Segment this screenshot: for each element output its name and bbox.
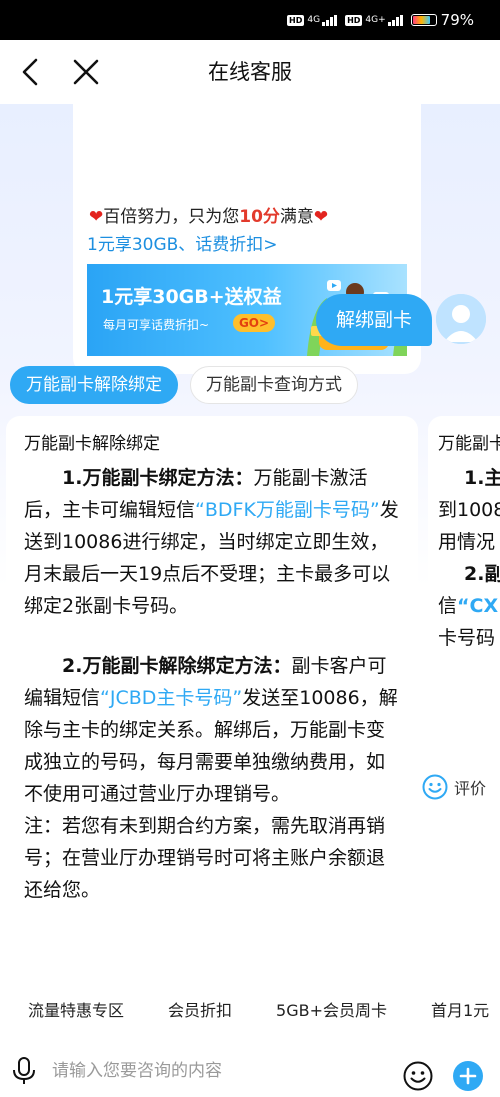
page-title: 在线客服 xyxy=(208,60,292,84)
rate-button[interactable]: 评价 xyxy=(422,774,486,800)
promo-slogan: ❤百倍努力，只为您10分满意❤ xyxy=(89,202,328,227)
hd-badge: HD xyxy=(345,14,363,26)
heart-icon: ❤ xyxy=(313,207,329,227)
rate-label: 评价 xyxy=(454,779,487,798)
peek-line: 到1008 xyxy=(438,499,500,521)
quick-item-first-month[interactable]: 首月1元 xyxy=(431,997,489,1021)
suggestion-chips: 万能副卡解除绑定 万能副卡查询方式 xyxy=(10,366,358,404)
peek-text: 信 xyxy=(438,595,458,617)
heart-icon: ❤ xyxy=(89,207,104,227)
message-input[interactable] xyxy=(52,1054,382,1088)
answer-card: 万能副卡解除绑定 1.万能副卡绑定方法：万能副卡激活后，主卡可编辑短信“BDFK… xyxy=(6,416,418,962)
quick-item-weekly-card[interactable]: 5GB+会员周卡 xyxy=(276,997,387,1021)
header: 在线客服 xyxy=(0,40,500,104)
peek-title: 万能副卡 xyxy=(438,434,500,454)
peek-line: 2.副 xyxy=(464,563,500,585)
user-avatar xyxy=(436,294,486,344)
signal-group-2: HD 4G+ xyxy=(345,14,403,26)
signal-icon xyxy=(322,14,338,26)
battery-icon xyxy=(410,14,437,26)
answer-title: 万能副卡解除绑定 xyxy=(24,434,160,454)
battery-percent: 79% xyxy=(440,11,474,29)
signal-icon xyxy=(387,14,403,26)
banner-go-button[interactable]: GO> xyxy=(233,314,275,332)
battery-level xyxy=(412,16,431,24)
p1-heading: 1.万能副卡绑定方法： xyxy=(62,467,254,489)
next-answer-card-peek[interactable]: 万能副卡 1.主 到1008 用情况 2.副 信“CX 卡号码 xyxy=(428,416,500,962)
peek-line: 卡号码 xyxy=(438,627,496,649)
answer-paragraph-1: 1.万能副卡绑定方法：万能副卡激活后，主卡可编辑短信“BDFK万能副卡号码”发送… xyxy=(24,462,400,622)
slogan-suffix: 满意 xyxy=(279,207,314,227)
chat-area[interactable]: ❤百倍努力，只为您10分满意❤ 1元享30GB、话费折扣> 1元享30GB+送权… xyxy=(0,104,500,984)
status-bar: HD 4G HD 4G+ 79% xyxy=(0,0,500,40)
emoji-icon[interactable] xyxy=(403,1061,433,1091)
sms-code-jcbd: “JCBD主卡号码” xyxy=(100,687,243,709)
p2-heading: 2.万能副卡解除绑定方法： xyxy=(62,655,292,677)
network-type: 4G+ xyxy=(365,15,386,25)
answer-paragraph-2: 2.万能副卡解除绑定方法：副卡客户可编辑短信“JCBD主卡号码”发送至10086… xyxy=(24,650,400,810)
quick-menu: 流量特惠专区 会员折扣 5GB+会员周卡 首月1元 xyxy=(0,984,500,1034)
user-message-bubble: 解绑副卡 xyxy=(315,294,432,346)
peek-code: “CX xyxy=(457,595,499,617)
sms-code-bdfk: “BDFK万能副卡号码” xyxy=(195,499,380,521)
input-bar xyxy=(0,1044,500,1097)
peek-line: 1.主 xyxy=(464,467,500,489)
answer-note: 注：若您有未到期合约方案，需先取消再销号；在营业厅办理销号时可将主账户余额退还给… xyxy=(24,815,386,901)
plus-icon[interactable] xyxy=(453,1061,483,1091)
peek-line: 信“CX xyxy=(438,590,500,622)
chip-query-method[interactable]: 万能副卡查询方式 xyxy=(190,366,358,404)
signal-group-1: HD 4G xyxy=(287,14,338,26)
peek-line: 用情况 xyxy=(438,531,496,553)
quick-item-traffic[interactable]: 流量特惠专区 xyxy=(28,997,124,1021)
network-type: 4G xyxy=(307,15,321,25)
banner-subtitle: 每月可享话费折扣~ xyxy=(103,318,210,332)
banner-title: 1元享30GB+送权益 xyxy=(101,286,282,308)
microphone-icon[interactable] xyxy=(10,1056,38,1086)
promo-link[interactable]: 1元享30GB、话费折扣> xyxy=(87,230,278,255)
chip-unbind-card[interactable]: 万能副卡解除绑定 xyxy=(10,366,178,404)
slogan-text: 百倍努力，只为您 xyxy=(103,207,240,227)
smile-icon xyxy=(422,774,448,800)
quick-item-member-discount[interactable]: 会员折扣 xyxy=(168,997,232,1021)
slogan-highlight: 10分 xyxy=(239,207,280,227)
hd-badge: HD xyxy=(287,14,305,26)
